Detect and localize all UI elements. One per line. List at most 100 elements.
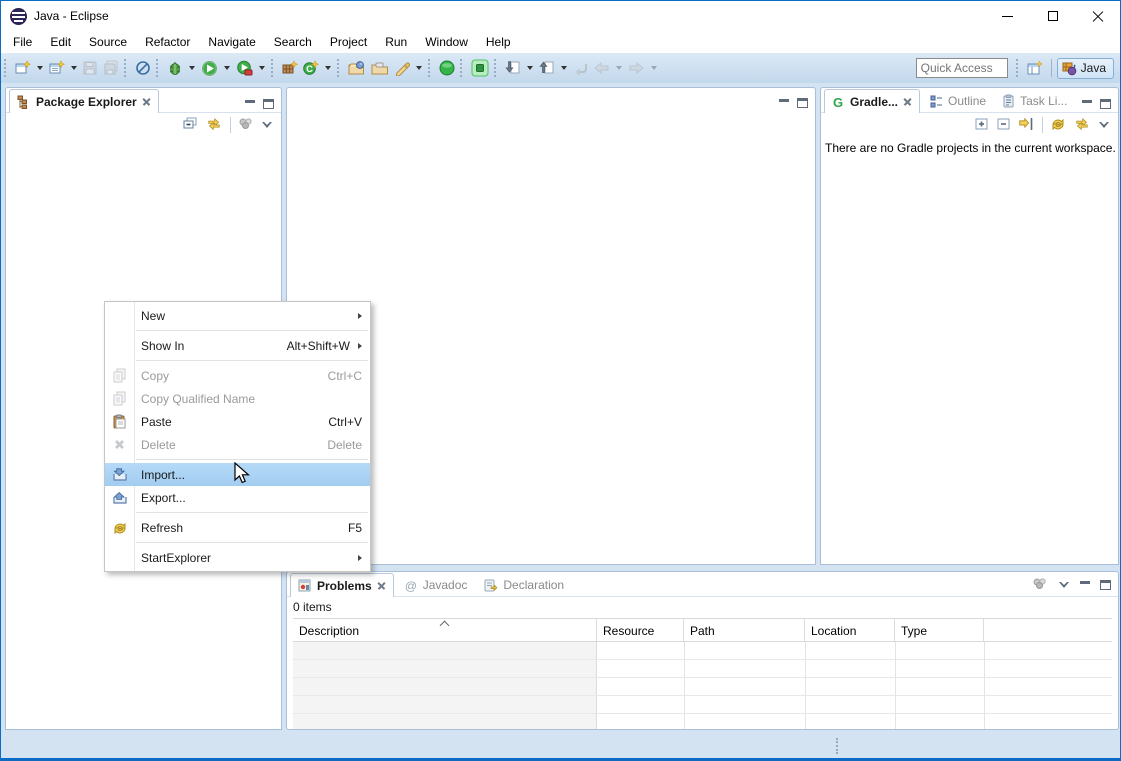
- menu-refactor[interactable]: Refactor: [136, 31, 199, 53]
- back-dropdown[interactable]: [616, 66, 622, 70]
- window-maximize-button[interactable]: [1030, 1, 1075, 31]
- link-with-editor-icon[interactable]: [205, 117, 223, 134]
- coverage-icon[interactable]: [234, 58, 255, 79]
- new-java-package-icon[interactable]: [280, 58, 300, 78]
- tab-package-explorer[interactable]: Package Explorer: [9, 89, 159, 113]
- previous-annotation-icon[interactable]: [537, 58, 557, 78]
- shortcut-label: Delete: [327, 438, 362, 452]
- maximize-editor-icon[interactable]: [797, 98, 808, 108]
- eclipse-window: Java - Eclipse File Edit Source Refactor…: [0, 0, 1121, 761]
- view-menu-icon[interactable]: [1098, 121, 1110, 129]
- context-menu: New Show In Alt+Shift+W Copy Ctrl+C Copy…: [104, 301, 371, 572]
- previous-annotation-dropdown[interactable]: [561, 66, 567, 70]
- menu-item-new[interactable]: New: [105, 304, 370, 327]
- view-menu-icon[interactable]: [261, 121, 273, 129]
- refresh-icon: [105, 521, 134, 535]
- debug-icon[interactable]: [165, 58, 185, 78]
- menu-window[interactable]: Window: [416, 31, 477, 53]
- new-java-class-dropdown[interactable]: [325, 66, 331, 70]
- shortcut-label: Alt+Shift+W: [287, 339, 350, 353]
- maximize-view-icon[interactable]: [1100, 99, 1111, 109]
- tab-javadoc[interactable]: @ Javadoc: [397, 573, 475, 597]
- maximize-view-icon[interactable]: [263, 99, 274, 109]
- annotation-pen-dropdown[interactable]: [416, 66, 422, 70]
- close-icon[interactable]: [377, 581, 386, 590]
- eclipse-logo-icon: [10, 8, 27, 25]
- menu-source[interactable]: Source: [80, 31, 136, 53]
- problems-table-body[interactable]: [293, 642, 1112, 729]
- collapse-all-icon[interactable]: [182, 117, 198, 134]
- toolbar-drag-handle[interactable]: [271, 59, 276, 77]
- tab-declaration[interactable]: Declaration: [477, 573, 571, 597]
- open-type-icon[interactable]: [346, 58, 368, 78]
- tab-gradle-tasks[interactable]: G Gradle...: [824, 89, 920, 113]
- toolbar-drag-handle[interactable]: [337, 59, 342, 77]
- link-with-editor-icon[interactable]: [1073, 117, 1091, 134]
- tab-task-list[interactable]: Task Li...: [996, 89, 1074, 113]
- toolbar-drag-handle[interactable]: [494, 59, 499, 77]
- expand-all-icon[interactable]: [974, 117, 989, 134]
- menu-search[interactable]: Search: [265, 31, 321, 53]
- maximize-view-icon[interactable]: [1100, 580, 1111, 590]
- coverage-dropdown[interactable]: [259, 66, 265, 70]
- java-perspective-button[interactable]: Java: [1057, 58, 1114, 79]
- toolbar-drag-handle[interactable]: [4, 59, 9, 77]
- refresh-gradle-icon[interactable]: [1050, 117, 1066, 134]
- submenu-arrow-icon: [358, 313, 362, 319]
- run-dropdown[interactable]: [224, 66, 230, 70]
- column-description[interactable]: Description: [293, 619, 597, 641]
- annotation-pen-icon[interactable]: [392, 58, 412, 78]
- save-all-icon: [101, 58, 121, 78]
- toolbar-drag-handle[interactable]: [428, 59, 433, 77]
- menu-edit[interactable]: Edit: [41, 31, 80, 53]
- menu-item-paste[interactable]: Paste Ctrl+V: [105, 410, 370, 433]
- open-resource-icon[interactable]: [369, 58, 391, 78]
- perspective-bar-handle[interactable]: [1016, 59, 1021, 77]
- menu-navigate[interactable]: Navigate: [199, 31, 264, 53]
- column-path[interactable]: Path: [684, 619, 805, 641]
- new-java-class-icon[interactable]: C: [301, 58, 321, 78]
- stop-server-icon[interactable]: [469, 57, 491, 79]
- menu-item-refresh[interactable]: Refresh F5: [105, 516, 370, 539]
- column-location[interactable]: Location: [805, 619, 895, 641]
- window-minimize-button[interactable]: [985, 1, 1030, 31]
- menu-help[interactable]: Help: [477, 31, 520, 53]
- tab-label: Gradle...: [850, 95, 898, 109]
- window-title: Java - Eclipse: [34, 9, 109, 23]
- collapse-all-icon[interactable]: [996, 117, 1011, 134]
- tab-outline[interactable]: Outline: [923, 89, 993, 113]
- start-server-icon[interactable]: [437, 58, 457, 78]
- skip-breakpoints-icon[interactable]: [133, 58, 153, 78]
- debug-dropdown[interactable]: [189, 66, 195, 70]
- new-java-project-dropdown[interactable]: [71, 66, 77, 70]
- toolbar-drag-handle[interactable]: [124, 59, 129, 77]
- back-icon: [591, 58, 612, 78]
- menu-run[interactable]: Run: [376, 31, 416, 53]
- menu-file[interactable]: File: [4, 31, 41, 53]
- menu-item-export[interactable]: Export...: [105, 486, 370, 509]
- toolbar-drag-handle[interactable]: [460, 59, 465, 77]
- menu-item-show-in[interactable]: Show In Alt+Shift+W: [105, 334, 370, 357]
- open-perspective-icon[interactable]: [1025, 58, 1046, 78]
- run-icon[interactable]: [199, 58, 220, 79]
- new-wizard-dropdown[interactable]: [37, 66, 43, 70]
- status-bar-drag-handle[interactable]: [836, 738, 838, 754]
- tab-problems[interactable]: Problems: [290, 573, 394, 597]
- column-type[interactable]: Type: [895, 619, 984, 641]
- next-annotation-dropdown[interactable]: [527, 66, 533, 70]
- view-menu-icon[interactable]: [1058, 581, 1070, 589]
- toolbar-drag-handle[interactable]: [156, 59, 161, 77]
- close-icon[interactable]: [142, 97, 151, 106]
- menu-project[interactable]: Project: [321, 31, 376, 53]
- next-annotation-icon[interactable]: [503, 58, 523, 78]
- link-to-selection-icon[interactable]: [1018, 117, 1035, 134]
- quick-access-input[interactable]: [916, 58, 1008, 78]
- close-icon[interactable]: [903, 97, 912, 106]
- forward-dropdown[interactable]: [651, 66, 657, 70]
- new-java-project-icon[interactable]: [47, 58, 67, 78]
- menu-item-startexplorer[interactable]: StartExplorer: [105, 546, 370, 569]
- column-resource[interactable]: Resource: [597, 619, 684, 641]
- export-icon: [105, 491, 134, 505]
- window-close-button[interactable]: [1075, 1, 1120, 31]
- new-wizard-icon[interactable]: [13, 58, 33, 78]
